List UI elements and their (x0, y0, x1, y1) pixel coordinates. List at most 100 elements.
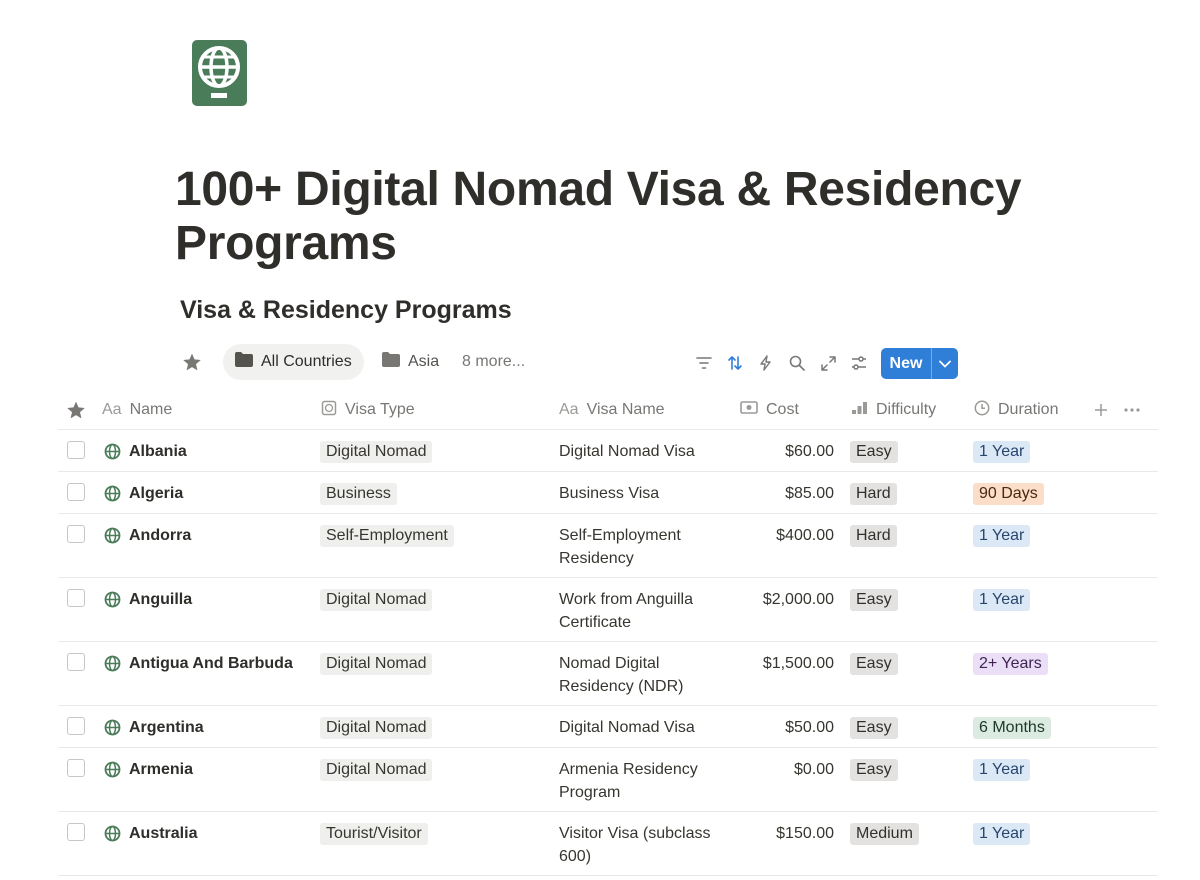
cost-cell[interactable]: $1,500.00 (718, 652, 834, 675)
sort-icon[interactable] (724, 352, 746, 374)
column-header-difficulty[interactable]: Difficulty (851, 390, 936, 430)
cost-cell[interactable]: $150.00 (718, 822, 834, 845)
visa-type-cell[interactable]: Digital Nomad (320, 652, 433, 675)
visa-name-cell[interactable]: Work from Anguilla Certificate (559, 588, 734, 634)
country-name[interactable]: Australia (129, 822, 197, 845)
cost-cell[interactable]: $0.00 (718, 758, 834, 781)
table-row[interactable]: Anguilla Digital Nomad Work from Anguilla … (58, 578, 1158, 642)
country-name[interactable]: Anguilla (129, 588, 192, 611)
duration-cell[interactable]: 1 Year (973, 758, 1031, 781)
passport-icon[interactable] (191, 40, 249, 106)
tab-asia[interactable]: Asia (370, 344, 451, 380)
table-row[interactable]: Albania Digital Nomad Digital Nomad Visa $6… (58, 430, 1158, 472)
row-checkbox[interactable] (67, 717, 85, 735)
difficulty-tag: Easy (850, 589, 898, 611)
difficulty-cell[interactable]: Easy (850, 716, 898, 739)
duration-cell[interactable]: 1 Year (973, 524, 1031, 547)
row-checkbox[interactable] (67, 589, 85, 607)
difficulty-cell[interactable]: Easy (850, 588, 898, 611)
country-name[interactable]: Albania (129, 440, 187, 463)
country-name[interactable]: Armenia (129, 758, 193, 781)
duration-cell[interactable]: 90 Days (973, 482, 1044, 505)
visa-type-cell[interactable]: Digital Nomad (320, 588, 433, 611)
cost-cell[interactable]: $2,000.00 (718, 588, 834, 611)
chevron-down-icon[interactable] (932, 348, 958, 379)
duration-cell[interactable]: 2+ Years (973, 652, 1048, 675)
visa-name-cell[interactable]: Visitor Visa (subclass 600) (559, 822, 734, 868)
settings-icon[interactable] (848, 352, 870, 374)
row-checkbox[interactable] (67, 759, 85, 777)
visa-type-cell[interactable]: Digital Nomad (320, 716, 433, 739)
column-header-cost[interactable]: Cost (740, 390, 799, 430)
database-title[interactable]: Visa & Residency Programs (180, 296, 512, 325)
add-property-icon[interactable] (1094, 390, 1108, 430)
cost-cell[interactable]: $400.00 (718, 524, 834, 547)
difficulty-cell[interactable]: Easy (850, 652, 898, 675)
table-row[interactable]: Algeria Business Business Visa $85.00 Hard 90… (58, 472, 1158, 514)
globe-icon (104, 655, 121, 672)
visa-name-cell[interactable]: Self-Employment Residency (559, 524, 734, 570)
duration-cell[interactable]: 6 Months (973, 716, 1051, 739)
page-title[interactable]: 100+ Digital Nomad Visa & Residency Prog… (175, 163, 1135, 271)
difficulty-cell[interactable]: Easy (850, 440, 898, 463)
row-checkbox[interactable] (67, 483, 85, 501)
row-checkbox[interactable] (67, 653, 85, 671)
visa-type-cell[interactable]: Digital Nomad (320, 440, 433, 463)
table-row[interactable]: Antigua And Barbuda Digital Nomad Nomad Di… (58, 642, 1158, 706)
duration-tag: 1 Year (973, 441, 1031, 463)
cost-cell[interactable]: $60.00 (718, 440, 834, 463)
country-name[interactable]: Andorra (129, 524, 191, 547)
column-header-name[interactable]: Aa Name (102, 390, 172, 430)
database-table: Aa Name Visa Type Aa Visa Name Cost Diff… (58, 390, 1158, 876)
tab-all-countries[interactable]: All Countries (223, 344, 364, 380)
difficulty-cell[interactable]: Medium (850, 822, 919, 845)
row-checkbox[interactable] (67, 823, 85, 841)
table-row[interactable]: Argentina Digital Nomad Digital Nomad Visa… (58, 706, 1158, 748)
duration-cell[interactable]: 1 Year (973, 440, 1031, 463)
cost-cell[interactable]: $50.00 (718, 716, 834, 739)
table-row[interactable]: Australia Tourist/Visitor Visitor Visa (su… (58, 812, 1158, 876)
filter-icon[interactable] (693, 352, 715, 374)
row-checkbox[interactable] (67, 525, 85, 543)
difficulty-cell[interactable]: Hard (850, 482, 897, 505)
visa-name-cell[interactable]: Nomad Digital Residency (NDR) (559, 652, 734, 698)
cost-cell[interactable]: $85.00 (718, 482, 834, 505)
country-name[interactable]: Algeria (129, 482, 183, 505)
column-header-visa-name[interactable]: Aa Visa Name (559, 390, 665, 430)
new-button-label[interactable]: New (881, 348, 932, 379)
table-row[interactable]: Andorra Self-Employment Self-Employment Re… (58, 514, 1158, 578)
star-icon[interactable] (180, 350, 204, 374)
visa-type-tag: Digital Nomad (320, 759, 433, 781)
more-options-icon[interactable] (1124, 390, 1140, 430)
country-name[interactable]: Argentina (129, 716, 204, 739)
star-icon[interactable] (66, 390, 86, 430)
table-row[interactable]: Armenia Digital Nomad Armenia Residency Pr… (58, 748, 1158, 812)
column-label: Visa Type (345, 401, 415, 418)
difficulty-cell[interactable]: Hard (850, 524, 897, 547)
duration-tag: 1 Year (973, 823, 1031, 845)
duration-cell[interactable]: 1 Year (973, 588, 1031, 611)
visa-type-cell[interactable]: Tourist/Visitor (320, 822, 428, 845)
visa-type-cell[interactable]: Self-Employment (320, 524, 454, 547)
row-checkbox[interactable] (67, 441, 85, 459)
visa-name-cell[interactable]: Armenia Residency Program (559, 758, 734, 804)
globe-icon (104, 443, 121, 460)
more-views-button[interactable]: 8 more... (450, 344, 537, 380)
duration-tag: 1 Year (973, 759, 1031, 781)
automation-icon[interactable] (755, 352, 777, 374)
column-header-duration[interactable]: Duration (974, 390, 1058, 430)
visa-name-cell[interactable]: Digital Nomad Visa (559, 440, 734, 463)
new-button[interactable]: New (881, 348, 958, 379)
view-bar: All Countries Asia 8 more... New (170, 344, 960, 380)
difficulty-cell[interactable]: Easy (850, 758, 898, 781)
expand-icon[interactable] (817, 352, 839, 374)
country-name[interactable]: Antigua And Barbuda (129, 652, 293, 675)
visa-type-cell[interactable]: Digital Nomad (320, 758, 433, 781)
visa-name-cell[interactable]: Business Visa (559, 482, 734, 505)
column-header-visa-type[interactable]: Visa Type (321, 390, 415, 430)
duration-cell[interactable]: 1 Year (973, 822, 1031, 845)
visa-name-cell[interactable]: Digital Nomad Visa (559, 716, 734, 739)
visa-type-cell[interactable]: Business (320, 482, 397, 505)
search-icon[interactable] (786, 352, 808, 374)
visa-type-tag: Digital Nomad (320, 717, 433, 739)
